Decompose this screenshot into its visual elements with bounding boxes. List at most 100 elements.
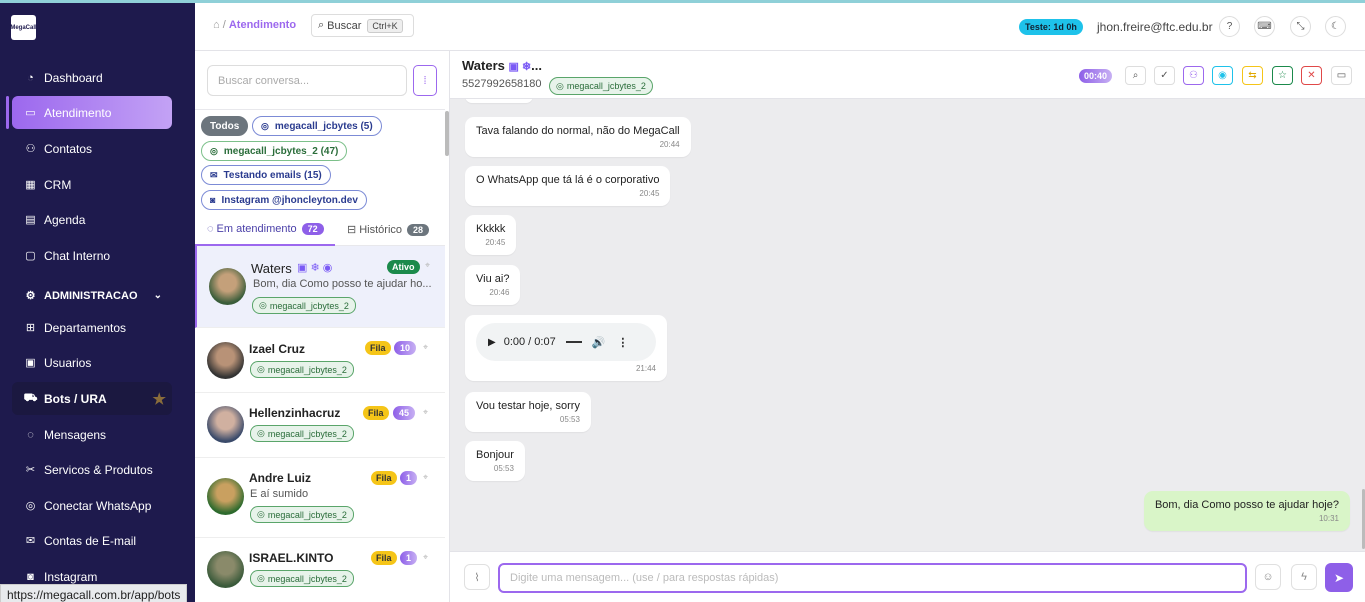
sidebar-item-agenda[interactable]: ▤ Agenda [12, 203, 172, 236]
swap-button[interactable]: ⇆ [1242, 66, 1263, 85]
send-button[interactable]: ➤ [1325, 563, 1353, 592]
pin-icon[interactable]: ⌖ [423, 342, 428, 353]
bot-button[interactable]: ◉ [1212, 66, 1233, 85]
close-chat-button[interactable]: ✕ [1301, 66, 1322, 85]
message-bubble: Kkkkk 20:45 [465, 215, 517, 255]
message-time: 21:44 [635, 364, 656, 373]
tab-em-atendimento[interactable]: ◌ Em atendimento 72 [207, 223, 324, 235]
departments-icon: ⊞ [25, 322, 36, 334]
shortcut-hint: Ctrl+K [367, 18, 403, 33]
conversation-panel: Buscar conversa... ⁞ Todos ◎ megacall_jcb… [195, 51, 450, 602]
keyboard-icon: ⌨ [1257, 21, 1272, 32]
whatsapp-icon: ◎ [259, 300, 267, 310]
theme-toggle[interactable]: ☾ [1325, 16, 1346, 37]
search-icon: ⌕ [1132, 70, 1139, 81]
play-icon[interactable]: ▶ [488, 337, 496, 348]
instagram-icon: ◙ [27, 570, 34, 583]
avatar [207, 478, 244, 515]
mark-read-button[interactable]: ✓ [1154, 66, 1175, 85]
audio-progress[interactable] [565, 341, 582, 343]
message-input[interactable]: Digite uma mensagem... (use / para respo… [498, 563, 1247, 593]
filter-chip-instagram[interactable]: ◙ Instagram @jhoncleyton.dev [201, 190, 367, 210]
sidebar-item-label: Contas de E-mail [44, 533, 137, 548]
help-button[interactable]: ? [1219, 16, 1240, 37]
sidebar-item-contas-email[interactable]: ✉ Contas de E-mail [12, 524, 172, 557]
user-email[interactable]: jhon.freire@ftc.edu.br [1097, 20, 1213, 34]
keyboard-button[interactable]: ⌨ [1254, 16, 1275, 37]
sidebar-item-dashboard[interactable]: ◔ Dashboard [12, 61, 172, 94]
conversation-item-andre-luiz[interactable]: Andre Luiz Fila 1 ⌖ E aí sumido ◎ megacal… [195, 458, 445, 538]
moon-icon: ☾ [1331, 21, 1340, 32]
smile-icon: ☺ [1262, 571, 1274, 583]
outgoing-message-bubble: Bom, dia Como posso te ajudar hoje? 10:31 [1143, 491, 1350, 531]
conversation-item-waters[interactable]: Waters ▣ ❄ ◉ Ativo ⌖ Bom, dia Como posso… [195, 246, 445, 328]
channel-chip: ◎ megacall_jcbytes_2 [250, 570, 354, 587]
search-placeholder: Buscar conversa... [218, 74, 310, 87]
unread-count: 45 [393, 406, 416, 420]
divider [195, 109, 445, 110]
sidebar-item-label: Agenda [44, 212, 86, 227]
sidebar-item-usuarios[interactable]: ▣ Usuarios [12, 346, 172, 379]
emoji-button[interactable]: ☺ [1255, 564, 1281, 590]
message-time: 20:45 [639, 189, 660, 198]
search-icon: ⌕ [318, 19, 325, 31]
message-bubble: Vou testar hoje, sorry 05:53 [465, 392, 591, 432]
sidebar-item-label: Contatos [44, 141, 93, 156]
sidebar-item-atendimento[interactable]: ▭ Atendimento [12, 96, 172, 129]
pin-icon[interactable]: ⌖ [425, 260, 430, 271]
fullscreen-button[interactable]: ⤡ [1290, 16, 1311, 37]
contact-card-button[interactable]: ▭ [1331, 66, 1352, 85]
users-icon: ▣ [25, 357, 36, 369]
global-search-button[interactable]: ⌕ Buscar Ctrl+K [311, 14, 414, 37]
more-options-icon[interactable]: ⋮ [617, 336, 628, 349]
filter-chip-jcbytes-2[interactable]: ◎ megacall_jcbytes_2 (47) [201, 141, 348, 161]
conversation-item-hellenzinhacruz[interactable]: Hellenzinhacruz Fila 45 ⌖ ◎ megacall_jcby… [195, 393, 445, 458]
pin-icon[interactable]: ⌖ [423, 407, 428, 418]
unread-count: 10 [394, 341, 417, 355]
chat-contact-name[interactable]: Waters ▣ ❄... [462, 58, 542, 73]
tab-historico[interactable]: ⊟ Histórico 28 [347, 223, 430, 236]
audio-time: 0:00 / 0:07 [503, 336, 556, 348]
favorite-button[interactable]: ☆ [1272, 66, 1293, 85]
filter-chip-emails[interactable]: ✉ Testando emails (15) [201, 165, 331, 185]
message-text: Viu ai? [476, 273, 510, 285]
star-outline-icon: ☆ [1278, 70, 1287, 81]
filters-scrollbar[interactable] [445, 111, 449, 156]
conversation-item-israel-kinto[interactable]: ISRAEL.KINTO Fila 1 ⌖ ◎ megacall_jcbytes_… [195, 538, 445, 602]
pin-icon[interactable]: ⌖ [423, 472, 428, 483]
sidebar-item-label: Departamentos [44, 320, 127, 335]
sidebar-section-administracao[interactable]: ⚙ ADMINISTRACAO ⌄ [12, 279, 172, 312]
sidebar-item-crm[interactable]: ▦ CRM [12, 168, 172, 201]
contact-name: ISRAEL.KINTO [249, 551, 334, 565]
contact-name: Hellenzinhacruz [249, 406, 341, 420]
app-logo[interactable]: MegaCall [10, 15, 37, 40]
topbar: ⌂ / Atendimento ⌕ Buscar Ctrl+K Teste: 1… [195, 3, 1365, 51]
mail-icon: ✉ [25, 535, 36, 547]
sidebar-item-servicos[interactable]: ✂ Servicos & Produtos [12, 453, 172, 486]
chip-label: Instagram @jhoncleyton.dev [221, 194, 358, 206]
volume-icon[interactable]: 🔊 [592, 336, 606, 349]
whatsapp-icon: ◎ [210, 145, 218, 156]
filter-chip-jcbytes[interactable]: ◎ megacall_jcbytes (5) [252, 116, 382, 136]
search-messages-button[interactable]: ⌕ [1125, 66, 1146, 85]
home-icon[interactable]: ⌂ [213, 19, 220, 31]
transfer-user-button[interactable]: ⚇ [1183, 66, 1204, 85]
whatsapp-icon: ◎ [257, 364, 265, 374]
audio-player[interactable]: ▶ 0:00 / 0:07 🔊 ⋮ [476, 323, 656, 361]
attach-button[interactable]: ⌇ [464, 564, 490, 590]
sidebar-item-bots-ura[interactable]: ⛟ Bots / URA ★ [12, 382, 172, 415]
conversation-search-input[interactable]: Buscar conversa... [207, 65, 407, 96]
sidebar-item-departamentos[interactable]: ⊞ Departamentos [12, 311, 172, 344]
pin-icon[interactable]: ⌖ [423, 552, 428, 563]
message-time: 05:53 [493, 464, 514, 473]
sidebar-item-chat-interno[interactable]: ▢ Chat Interno [12, 239, 172, 272]
filter-button[interactable]: ⁞ [413, 65, 437, 96]
sidebar-item-contatos[interactable]: ⚇ Contatos [12, 132, 172, 165]
star-icon[interactable]: ★ [153, 390, 166, 408]
conversation-item-izael[interactable]: Izael Cruz Fila 10 ⌖ ◎ megacall_jcbytes_2 [195, 328, 445, 393]
sidebar-item-conectar-whatsapp[interactable]: ◎ Conectar WhatsApp [12, 489, 172, 522]
sidebar-item-mensagens[interactable]: ◌ Mensagens [12, 418, 172, 451]
status-badge: Fila [371, 551, 397, 565]
filter-chip-todos[interactable]: Todos [201, 116, 249, 136]
quick-reply-button[interactable]: ϟ [1291, 564, 1317, 590]
